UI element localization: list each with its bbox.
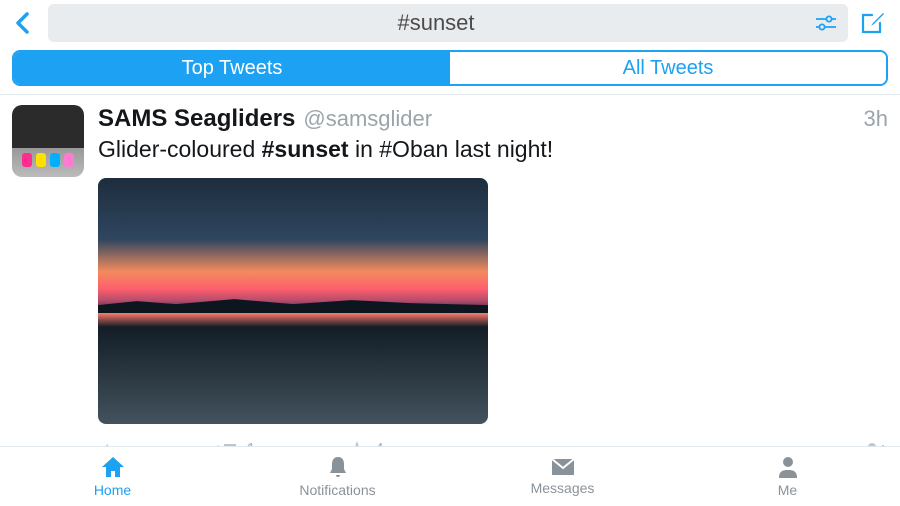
nav-me[interactable]: Me xyxy=(675,447,900,506)
nav-messages-label: Messages xyxy=(531,480,595,496)
back-button[interactable] xyxy=(8,8,38,38)
search-options-icon[interactable] xyxy=(814,11,838,35)
home-icon xyxy=(100,455,126,479)
text-mid: in xyxy=(349,136,380,162)
compose-icon xyxy=(860,11,886,35)
nav-home[interactable]: Home xyxy=(0,447,225,506)
envelope-icon xyxy=(550,457,576,477)
handle[interactable]: @samsglider xyxy=(303,106,432,132)
search-tabs: Top Tweets All Tweets xyxy=(12,50,888,86)
tweet-text: Glider-coloured #sunset in #Oban last ni… xyxy=(98,135,888,164)
search-query-text: #sunset xyxy=(58,10,814,36)
nav-me-label: Me xyxy=(778,482,797,498)
tab-top-label: Top Tweets xyxy=(182,57,283,80)
avatar[interactable] xyxy=(12,105,84,177)
bottom-nav: Home Notifications Messages Me xyxy=(0,446,900,506)
hashtag-sunset[interactable]: #sunset xyxy=(262,136,349,162)
text-prefix: Glider-coloured xyxy=(98,136,262,162)
hashtag-oban[interactable]: #Oban xyxy=(379,136,448,162)
search-field[interactable]: #sunset xyxy=(48,4,848,42)
display-name[interactable]: SAMS Seagliders xyxy=(98,105,295,133)
tweet[interactable]: SAMS Seagliders @samsglider 3h Glider-co… xyxy=(12,105,888,475)
nav-notifications[interactable]: Notifications xyxy=(225,447,450,506)
chevron-left-icon xyxy=(14,12,32,34)
person-icon xyxy=(777,455,799,479)
tweet-photo[interactable] xyxy=(98,178,488,424)
tab-all-label: All Tweets xyxy=(623,57,714,80)
nav-home-label: Home xyxy=(94,482,131,498)
bell-icon xyxy=(326,455,350,479)
tab-top-tweets[interactable]: Top Tweets xyxy=(14,52,450,84)
text-suffix: last night! xyxy=(448,136,553,162)
tab-all-tweets[interactable]: All Tweets xyxy=(450,52,886,84)
tweet-body: SAMS Seagliders @samsglider 3h Glider-co… xyxy=(98,105,888,475)
timestamp: 3h xyxy=(864,106,888,132)
feed: SAMS Seagliders @samsglider 3h Glider-co… xyxy=(0,95,900,475)
nav-notifications-label: Notifications xyxy=(299,482,375,498)
compose-button[interactable] xyxy=(858,8,888,38)
top-bar: #sunset xyxy=(0,0,900,50)
nav-messages[interactable]: Messages xyxy=(450,447,675,506)
tweet-header: SAMS Seagliders @samsglider 3h xyxy=(98,105,888,133)
